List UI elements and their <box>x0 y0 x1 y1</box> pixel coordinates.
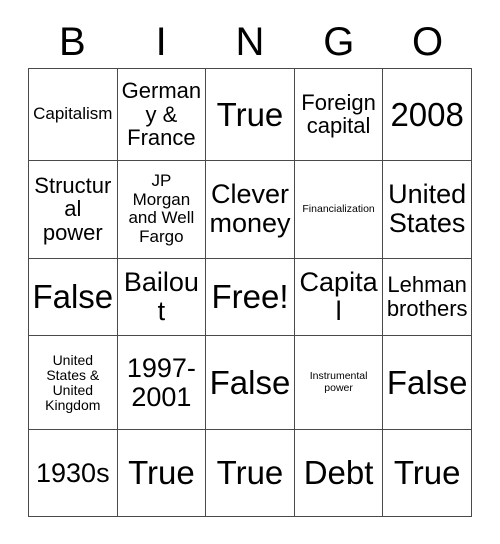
bingo-cell-label: Debt <box>303 454 374 492</box>
bingo-header-letter-n: N <box>235 20 265 64</box>
bingo-header-letter-b: B <box>59 20 86 64</box>
bingo-cell-label: 2008 <box>390 95 464 133</box>
bingo-cell-label: Capital <box>299 266 378 326</box>
bingo-cell-b5[interactable]: 1930s <box>29 430 118 518</box>
bingo-header-letter-i: I <box>155 20 167 64</box>
bingo-row: United States & United Kingdom 1997-2001… <box>29 336 472 431</box>
bingo-cell-g5[interactable]: Debt <box>294 430 384 518</box>
bingo-cell-g3[interactable]: Capital <box>294 258 384 337</box>
bingo-row: 1930s True True Debt True <box>29 430 472 518</box>
bingo-cell-label: 1997-2001 <box>126 352 196 412</box>
bingo-cell-label: True <box>393 454 461 492</box>
bingo-cell-label: 1930s <box>36 457 110 488</box>
bingo-row: Structural power JP Morgan and Well Farg… <box>29 160 472 259</box>
bingo-cell-b3[interactable]: False <box>29 258 118 337</box>
bingo-cell-label: Germany & France <box>121 77 202 151</box>
bingo-cell-b2[interactable]: Structural power <box>29 160 118 259</box>
bingo-cell-label: False <box>386 363 468 401</box>
bingo-cell-o4[interactable]: False <box>383 336 472 431</box>
bingo-cell-label: Financialization <box>302 202 375 215</box>
bingo-cell-label: True <box>216 454 284 492</box>
bingo-grid: Capitalism Germany & France True Foreign… <box>28 68 472 518</box>
bingo-cell-b1[interactable]: Capitalism <box>29 69 118 161</box>
bingo-row: Capitalism Germany & France True Foreign… <box>29 69 472 161</box>
bingo-cell-label: False <box>209 363 291 401</box>
bingo-cell-o5[interactable]: True <box>383 430 472 518</box>
bingo-cell-label: False <box>32 278 114 316</box>
bingo-cell-g2[interactable]: Financialization <box>294 160 384 259</box>
bingo-cell-i1[interactable]: Germany & France <box>117 69 207 161</box>
bingo-cell-i3[interactable]: Bailout <box>117 258 207 337</box>
bingo-cell-label: Capitalism <box>33 104 113 124</box>
bingo-cell-n4[interactable]: False <box>206 336 295 431</box>
bingo-cell-b4[interactable]: United States & United Kingdom <box>29 336 118 431</box>
bingo-cell-label: True <box>216 95 284 133</box>
bingo-card: B I N G O Capitalism Germany & France Tr… <box>0 0 500 544</box>
bingo-free-space-label: Free! <box>211 278 289 316</box>
bingo-cell-i4[interactable]: 1997-2001 <box>117 336 207 431</box>
bingo-cell-label: Lehman brothers <box>386 272 468 321</box>
bingo-cell-g4[interactable]: Instrumental power <box>294 336 384 431</box>
bingo-header-letter-g: G <box>323 20 355 64</box>
bingo-cell-i5[interactable]: True <box>117 430 207 518</box>
bingo-cell-n1[interactable]: True <box>206 69 295 161</box>
bingo-cell-label: JP Morgan and Well Fargo <box>128 171 195 246</box>
bingo-cell-n2[interactable]: Clever money <box>206 160 295 259</box>
bingo-cell-label: United States & United Kingdom <box>45 351 101 413</box>
bingo-cell-i2[interactable]: JP Morgan and Well Fargo <box>117 160 207 259</box>
bingo-header-row: B I N G O <box>28 16 472 68</box>
bingo-cell-label: Structural power <box>34 172 112 246</box>
bingo-cell-label: United States <box>388 179 467 239</box>
bingo-cell-o2[interactable]: United States <box>383 160 472 259</box>
bingo-cell-label: Instrumental power <box>309 370 368 394</box>
bingo-row: False Bailout Free! Capital Lehman broth… <box>29 258 472 337</box>
bingo-header-letter-o: O <box>412 20 444 64</box>
bingo-cell-label: Clever money <box>209 179 291 239</box>
bingo-cell-g1[interactable]: Foreign capital <box>294 69 384 161</box>
bingo-cell-label: Bailout <box>123 266 199 326</box>
bingo-cell-label: Foreign capital <box>301 89 376 139</box>
bingo-cell-o3[interactable]: Lehman brothers <box>383 258 472 337</box>
bingo-cell-o1[interactable]: 2008 <box>383 69 472 161</box>
bingo-cell-free-space[interactable]: Free! <box>206 258 295 337</box>
bingo-cell-label: True <box>128 454 195 492</box>
bingo-cell-n5[interactable]: True <box>206 430 295 518</box>
